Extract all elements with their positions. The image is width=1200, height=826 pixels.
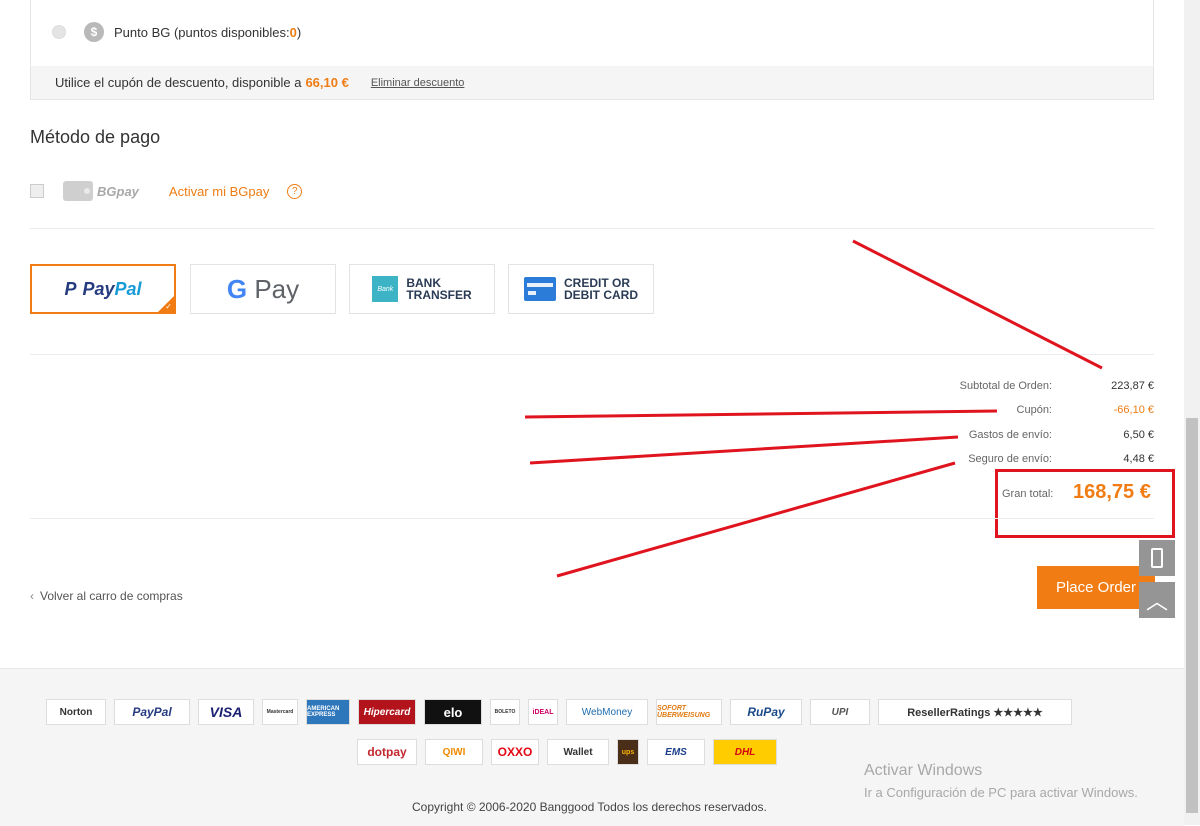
paypal-logo: PayPal: [114, 699, 190, 725]
mobile-app-button[interactable]: [1139, 540, 1175, 576]
elo-logo: elo: [424, 699, 482, 725]
chevron-up-icon: ︿: [1145, 589, 1168, 614]
phone-icon: [1151, 548, 1163, 568]
place-order-button[interactable]: Place Order: [1037, 566, 1155, 609]
back-to-top-button[interactable]: ︿: [1139, 582, 1175, 618]
wallet-logo: Wallet: [547, 739, 609, 765]
ems-logo: EMS: [647, 739, 705, 765]
annotation-line: [852, 239, 1103, 370]
boleto-logo: BOLETO: [490, 699, 520, 725]
norton-logo: Norton: [46, 699, 106, 725]
windows-activation-subtitle: Ir a Configuración de PC para activar Wi…: [864, 785, 1138, 800]
payment-logos-row-1: Norton PayPal VISA Mastercard AMERICAN E…: [46, 699, 1072, 725]
ups-logo: ups: [617, 739, 639, 765]
visa-logo: VISA: [198, 699, 254, 725]
amex-logo: AMERICAN EXPRESS: [306, 699, 350, 725]
resellerratings-logo: ResellerRatings ★★★★★: [878, 699, 1072, 725]
annotation-line: [529, 435, 959, 465]
chevron-left-icon: ‹: [30, 589, 34, 603]
hipercard-logo: Hipercard: [358, 699, 416, 725]
rupay-logo: RuPay: [730, 699, 802, 725]
payment-logos-row-2: dotpay QIWI OXXO Wallet ups EMS DHL: [357, 739, 777, 765]
copyright-text: Copyright © 2006-2020 Banggood Todos los…: [412, 800, 767, 814]
mastercard-logo: Mastercard: [262, 699, 298, 725]
annotation-line: [556, 461, 956, 578]
windows-activation-title: Activar Windows: [864, 762, 983, 779]
dhl-logo: DHL: [713, 739, 777, 765]
dotpay-logo: dotpay: [357, 739, 417, 765]
ideal-logo: iDEAL: [528, 699, 558, 725]
qiwi-logo: QIWI: [425, 739, 483, 765]
back-to-cart-link[interactable]: ‹ Volver al carro de compras: [30, 589, 183, 603]
oxxo-logo: OXXO: [491, 739, 539, 765]
annotation-line: [524, 409, 998, 419]
sofort-logo: SOFORT ÜBERWEISUNG: [656, 699, 722, 725]
webmoney-logo: WebMoney: [566, 699, 648, 725]
upi-logo: UPI: [810, 699, 870, 725]
